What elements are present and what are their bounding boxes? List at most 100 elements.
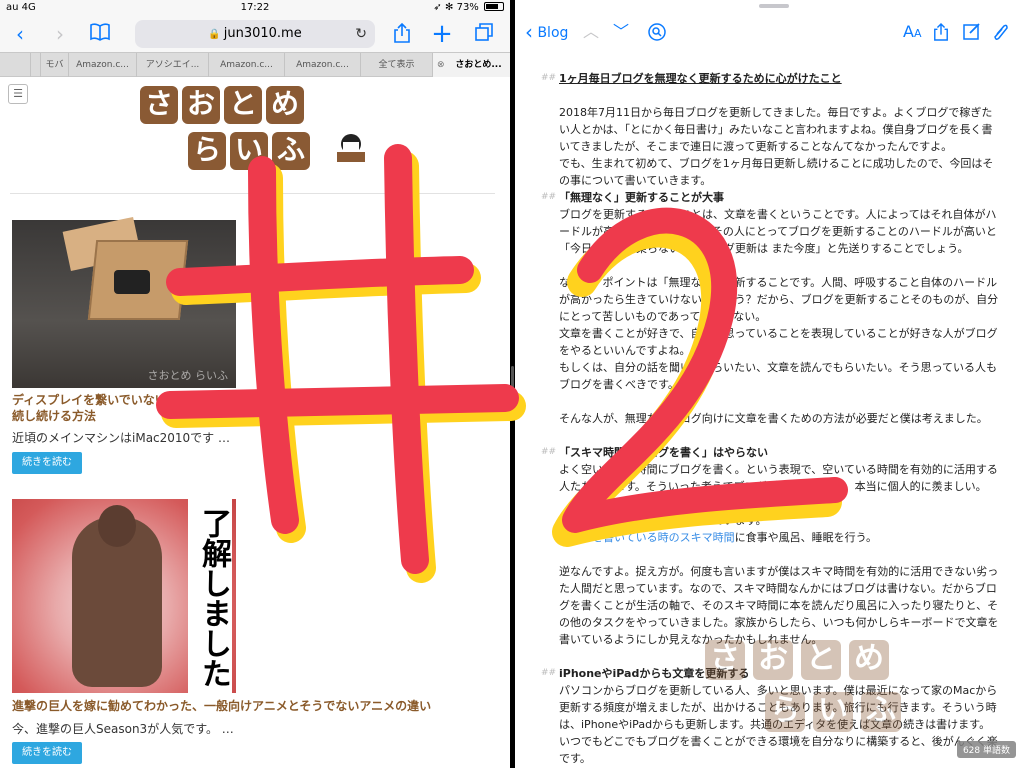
logo-char: い <box>813 692 853 732</box>
note-link[interactable]: ブログを書いている時のスキマ時間 <box>559 531 735 544</box>
tab-5[interactable]: 全て表示 <box>360 53 432 77</box>
editor-pane: ‹ Blog ︿ ﹀ AA ## 1ヶ月毎日ブログを無理なく更新するために心がけた… <box>515 0 1024 768</box>
tab-6[interactable]: ⊗ さおとめ... <box>432 53 510 77</box>
word-count-badge[interactable]: 628 単語数 <box>956 741 1016 758</box>
font-size-icon[interactable]: AA <box>903 22 921 44</box>
chevron-down-icon[interactable]: ﹀ <box>613 22 629 42</box>
note-title: ## 1ヶ月毎日ブログを無理なく更新するために心がけたこと <box>541 72 842 85</box>
post-title[interactable]: 進撃の巨人を嫁に勧めてわかった、一般向けアニメとそうでないアニメの違い <box>12 698 482 714</box>
attachment-icon[interactable] <box>993 22 1009 47</box>
reload-icon[interactable]: ↻ <box>355 20 367 48</box>
tab-3[interactable]: Amazon.c... <box>208 53 284 77</box>
logo-char: ふ <box>272 132 310 170</box>
note-paragraph: なので、ポイントは「無理なく」更新することです。人間、呼吸すること自体のハードル… <box>559 276 999 323</box>
address-text: jun3010.me <box>223 26 302 41</box>
post-title[interactable]: ディスプレイを繋いでいない 続し続ける方法 <box>12 392 482 424</box>
note-paragraph: よく空いている時間にブログを書く。という表現で、空いている時間を有効的に活用する… <box>559 463 998 493</box>
heading-marker: ## <box>541 73 557 83</box>
tab-1[interactable]: Amazon.c... <box>68 53 136 77</box>
bluetooth-icon: ✻ <box>445 2 454 13</box>
chevron-left-icon: ‹ <box>525 20 533 44</box>
logo-char: お <box>753 640 793 680</box>
plus-icon[interactable]: + <box>430 21 454 47</box>
read-more-button[interactable]: 続きを読む <box>12 742 82 764</box>
logo-char: い <box>230 132 268 170</box>
site-logo[interactable]: さ お と め ら い ふ <box>140 86 370 182</box>
close-tab-icon[interactable]: ⊗ <box>437 53 445 77</box>
tab-4[interactable]: Amazon.c... <box>284 53 360 77</box>
post-thumbnail[interactable]: さおとめ らいふ <box>12 216 236 388</box>
note-paragraph: ブログを更新するということは、文章を書くということです。人によってはそれ自体がハ… <box>559 208 997 255</box>
note-heading: ## 「スキマ時間にブログを書く」はやらない <box>541 446 768 459</box>
battery-percent: 73% <box>456 2 479 13</box>
address-bar[interactable]: 🔒 jun3010.me ↻ <box>135 20 375 48</box>
chevron-up-icon[interactable]: ︿ <box>583 22 599 42</box>
location-icon: ➶ <box>433 2 442 13</box>
thumbnail-watermark: さおとめ らいふ <box>147 369 229 382</box>
mascot-icon <box>337 134 365 162</box>
clock: 17:22 <box>240 2 270 13</box>
note-paragraph: でも、生まれて初めて、ブログを1ヶ月毎日更新し続けることに成功したので、今回はそ… <box>559 157 994 187</box>
compose-icon[interactable] <box>963 22 981 45</box>
device-image <box>114 270 150 294</box>
thumbnail-text: 了解しました <box>188 499 232 693</box>
heading-marker: ## <box>541 447 557 457</box>
heading-marker: ## <box>541 192 557 202</box>
logo-char: お <box>182 86 220 124</box>
battery-icon <box>484 2 504 11</box>
note-paragraph: もしくは、自分の話を聞いてもらいたい、文章を読んでもらいたい。そう思っている人も… <box>559 361 998 391</box>
share-icon[interactable] <box>390 22 414 46</box>
multitasking-handle[interactable] <box>759 4 789 8</box>
search-icon[interactable] <box>647 22 667 47</box>
back-button[interactable]: ‹ Blog <box>525 22 568 43</box>
note-paragraph: そんな人が、無理なくブログ向けに文章を書くための方法が必要だと僕は考えました。 <box>559 412 988 425</box>
heading-marker: ## <box>541 668 557 678</box>
status-bar: au 4G 17:22 ➶ ✻ 73% <box>0 0 510 16</box>
tab-0[interactable]: モバ <box>40 53 68 77</box>
note-paragraph: ブログを書いている時のスキマ時間に食事や風呂、睡眠を行う。 <box>559 531 878 544</box>
tab-separator <box>30 53 40 77</box>
tab-6-label: さおとめ... <box>455 60 502 70</box>
logo-char: め <box>266 86 304 124</box>
note-paragraph: 文章を書くことが好きで、自分の思っていることを表現していることが好きな人がブログ… <box>559 327 998 357</box>
logo-char: さ <box>140 86 178 124</box>
tab-2[interactable]: アソシエイ... <box>136 53 208 77</box>
post-excerpt: 近頃のメインマシンはiMac2010です … <box>12 431 230 445</box>
tab-bar: モバ Amazon.c... アソシエイ... Amazon.c... Amaz… <box>0 52 510 77</box>
logo-char: ら <box>188 132 226 170</box>
logo-char: さ <box>705 640 745 680</box>
divider <box>10 193 495 194</box>
tabs-icon[interactable] <box>472 22 496 46</box>
network-label: 4G <box>21 2 36 13</box>
post-thumbnail[interactable]: 了解しました <box>12 499 236 693</box>
note-heading: ## 「無理なく」更新することが大事 <box>541 191 724 204</box>
logo-char: ら <box>765 692 805 732</box>
logo-char: と <box>801 640 841 680</box>
note-paragraph: 2018年7月11日から毎日ブログを更新してきました。毎日ですよ。よくブログで稼… <box>559 106 993 153</box>
note-paragraph: 僕は逆の考え方でブログを書いています。 <box>559 514 767 527</box>
logo-char: ふ <box>861 692 901 732</box>
logo-char: と <box>224 86 262 124</box>
watermark-logo: さ お と め ら い ふ <box>705 636 955 756</box>
logo-char: め <box>849 640 889 680</box>
web-page: ☰ さ お と め ら い ふ さおとめ らいふ ディスプレイを繋いでいない 続… <box>0 78 510 768</box>
safari-toolbar: ‹ › 🔒 jun3010.me ↻ + <box>0 16 510 52</box>
carrier-label: au <box>6 2 19 13</box>
chevron-right-icon[interactable]: › <box>48 22 72 46</box>
book-icon[interactable] <box>88 22 112 46</box>
post-excerpt: 今、進撃の巨人Season3が人気です。 … <box>12 722 234 736</box>
safari-pane: au 4G 17:22 ➶ ✻ 73% ‹ › 🔒 jun3010.me ↻ + … <box>0 0 510 768</box>
lock-icon: 🔒 <box>208 29 221 40</box>
split-grip[interactable] <box>511 366 514 402</box>
back-label: Blog <box>537 25 569 41</box>
menu-icon[interactable]: ☰ <box>8 84 28 104</box>
chevron-left-icon[interactable]: ‹ <box>8 22 32 46</box>
read-more-button[interactable]: 続きを読む <box>12 452 82 474</box>
share-icon[interactable] <box>933 22 949 47</box>
